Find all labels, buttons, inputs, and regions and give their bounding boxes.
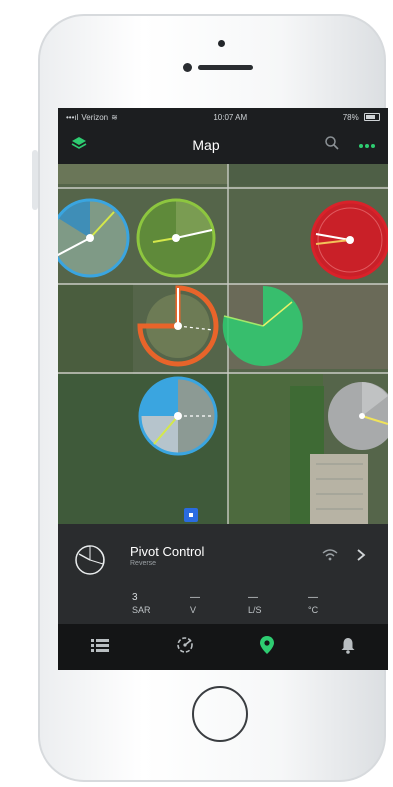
tab-bar xyxy=(58,624,388,670)
battery-percent: 78% xyxy=(342,112,359,122)
phone-side-button xyxy=(32,150,38,210)
stat-voltage-unit: V xyxy=(190,605,197,615)
pivot-status: Reverse xyxy=(130,560,157,567)
pivot-name: Pivot Control xyxy=(130,544,205,559)
carrier-label: Verizon xyxy=(81,112,109,122)
stat-flow-unit: L/S xyxy=(248,605,262,615)
earpiece-speaker xyxy=(198,65,253,70)
pivot-red-right[interactable] xyxy=(310,200,388,280)
search-icon[interactable] xyxy=(324,135,340,156)
bell-icon[interactable] xyxy=(340,636,356,659)
stat-sar-value: 3 xyxy=(132,592,138,603)
stat-temperature: — °C xyxy=(308,592,318,615)
list-icon[interactable] xyxy=(90,637,110,658)
stat-flow: — L/S xyxy=(248,592,262,615)
pivot-blue-bottom[interactable] xyxy=(138,376,218,456)
battery-icon xyxy=(363,113,380,122)
carrier-signal: •••ıl Verizon ≋ xyxy=(66,113,118,122)
map-pin-icon[interactable] xyxy=(259,635,275,660)
app-screen: •••ıl Verizon ≋ 10:07 AM 78% Map Pivot C… xyxy=(58,108,388,670)
nav-bar: Map xyxy=(58,126,388,164)
home-button[interactable] xyxy=(192,686,248,742)
nav-actions xyxy=(324,135,376,156)
more-icon[interactable] xyxy=(358,136,376,154)
battery-status: 78% xyxy=(343,113,380,122)
page-title: Map xyxy=(192,137,220,153)
wifi-status-icon: ≋ xyxy=(111,112,118,122)
satellite-map[interactable] xyxy=(58,164,388,524)
stat-temperature-unit: °C xyxy=(308,605,319,615)
layers-icon[interactable] xyxy=(70,135,88,156)
wifi-icon xyxy=(322,548,338,566)
chevron-right-icon[interactable] xyxy=(356,548,366,566)
proximity-sensor xyxy=(183,63,192,72)
stat-temperature-value: — xyxy=(308,592,318,603)
pivot-blue-top-left[interactable] xyxy=(58,198,130,278)
pivot-green-top[interactable] xyxy=(136,198,216,278)
stat-voltage: — V xyxy=(190,592,200,615)
status-time: 10:07 AM xyxy=(213,112,248,122)
stat-voltage-value: — xyxy=(190,592,200,603)
stat-sar: 3 SAR xyxy=(132,592,151,615)
signal-icon: •••ıl xyxy=(66,112,79,122)
stat-flow-value: — xyxy=(248,592,258,603)
stat-sar-unit: SAR xyxy=(132,605,151,615)
status-bar: •••ıl Verizon ≋ 10:07 AM 78% xyxy=(58,108,388,126)
pivot-status-icon xyxy=(72,542,108,583)
pivot-info-panel[interactable]: Pivot Control Reverse 3 SAR — V — L/S — … xyxy=(58,524,388,624)
front-camera xyxy=(218,40,225,47)
blue-location-marker[interactable] xyxy=(184,508,198,522)
pivot-icon[interactable] xyxy=(175,635,195,660)
